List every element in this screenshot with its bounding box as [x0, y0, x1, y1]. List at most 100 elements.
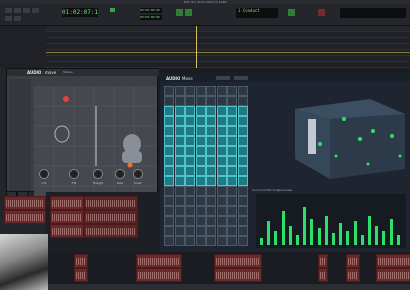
speaker-cell[interactable]	[216, 146, 227, 156]
speaker-cell[interactable]	[237, 136, 248, 146]
speaker-cell[interactable]	[174, 186, 185, 196]
speaker-cell[interactable]	[185, 196, 195, 206]
speaker-cell[interactable]	[174, 206, 185, 216]
speaker-cell[interactable]	[195, 186, 206, 196]
audio-clip[interactable]	[136, 254, 182, 268]
speaker-cell[interactable]	[216, 236, 227, 246]
tempo-display[interactable]	[340, 8, 406, 18]
speaker-cell[interactable]	[195, 116, 206, 126]
main-counter[interactable]: 01:02:07:18	[62, 8, 98, 17]
sub-counter-end[interactable]: 00:00:00:00	[140, 15, 162, 20]
speaker-cell[interactable]	[164, 186, 174, 196]
speaker-cell[interactable]	[237, 226, 248, 236]
speaker-cell[interactable]	[227, 156, 237, 166]
speaker-cell[interactable]	[174, 166, 185, 176]
speaker-cell[interactable]	[164, 206, 174, 216]
speaker-cell[interactable]	[227, 176, 237, 186]
audio-clip[interactable]	[346, 268, 360, 282]
speaker-cell[interactable]	[227, 116, 237, 126]
audio-clip[interactable]	[50, 196, 84, 210]
speaker-cell[interactable]	[195, 96, 206, 106]
speaker-cell[interactable]	[237, 176, 248, 186]
speaker-cell[interactable]	[164, 196, 174, 206]
speaker-cell[interactable]	[237, 86, 248, 96]
speaker-cell[interactable]	[174, 176, 185, 186]
midi-button[interactable]	[288, 9, 295, 16]
speaker-cell[interactable]	[164, 176, 174, 186]
speaker-cell[interactable]	[237, 96, 248, 106]
audio-clip[interactable]	[346, 254, 360, 268]
inner-knob[interactable]	[133, 169, 143, 179]
height-knob[interactable]	[93, 169, 103, 179]
speaker-cell[interactable]	[174, 156, 185, 166]
audio-clip[interactable]	[136, 268, 182, 282]
speaker-cell[interactable]	[227, 146, 237, 156]
speaker-cell[interactable]	[195, 126, 206, 136]
speaker-cell[interactable]	[216, 206, 227, 216]
audio-clip[interactable]	[74, 268, 88, 282]
speaker-cell[interactable]	[164, 166, 174, 176]
speaker-cell[interactable]	[164, 136, 174, 146]
speaker-cell[interactable]	[216, 116, 227, 126]
speaker-cell[interactable]	[227, 186, 237, 196]
speaker-cell[interactable]	[206, 106, 216, 116]
speaker-cell[interactable]	[216, 176, 227, 186]
audio-clip[interactable]	[50, 224, 84, 238]
speaker-cell[interactable]	[206, 236, 216, 246]
playhead[interactable]	[196, 26, 197, 68]
forward-button[interactable]	[13, 15, 22, 22]
speaker-cell[interactable]	[206, 216, 216, 226]
speaker-cell[interactable]	[216, 216, 227, 226]
speaker-cell[interactable]	[206, 186, 216, 196]
speaker-cell[interactable]	[227, 86, 237, 96]
speaker-cell[interactable]	[185, 96, 195, 106]
speaker-cell[interactable]	[185, 186, 195, 196]
speaker-cell[interactable]	[185, 156, 195, 166]
speaker-cell[interactable]	[195, 106, 206, 116]
speaker-cell[interactable]	[164, 86, 174, 96]
speaker-cell[interactable]	[185, 166, 195, 176]
speaker-cell[interactable]	[237, 206, 248, 216]
speaker-cell[interactable]	[174, 236, 185, 246]
speaker-cell[interactable]	[195, 156, 206, 166]
speaker-cell[interactable]	[227, 96, 237, 106]
loop-button[interactable]	[31, 7, 40, 14]
speaker-cell[interactable]	[195, 236, 206, 246]
audio-clip[interactable]	[376, 254, 410, 268]
speaker-cell[interactable]	[195, 216, 206, 226]
speaker-cell[interactable]	[237, 236, 248, 246]
audio-clip[interactable]	[214, 268, 262, 282]
speaker-cell[interactable]	[216, 226, 227, 236]
speaker-cell[interactable]	[174, 196, 185, 206]
audio-clip[interactable]	[318, 268, 328, 282]
speaker-cell[interactable]	[174, 116, 185, 126]
speaker-cell[interactable]	[185, 116, 195, 126]
speaker-cell[interactable]	[206, 96, 216, 106]
speaker-cell[interactable]	[164, 146, 174, 156]
speaker-cell[interactable]	[174, 126, 185, 136]
audio-clip[interactable]	[4, 196, 46, 210]
rewind-button[interactable]	[4, 15, 13, 22]
speaker-cell[interactable]	[174, 136, 185, 146]
speaker-cell[interactable]	[216, 196, 227, 206]
speaker-cell[interactable]	[164, 236, 174, 246]
audio-clip[interactable]	[214, 254, 262, 268]
speaker-cell[interactable]	[227, 136, 237, 146]
speaker-cell[interactable]	[206, 116, 216, 126]
speaker-cell[interactable]	[185, 236, 195, 246]
lr-knob[interactable]	[39, 169, 49, 179]
speaker-cell[interactable]	[174, 216, 185, 226]
size-knob[interactable]	[115, 169, 125, 179]
speaker-cell[interactable]	[227, 226, 237, 236]
speaker-cell[interactable]	[216, 86, 227, 96]
speaker-grid[interactable]	[164, 86, 250, 246]
speaker-cell[interactable]	[227, 216, 237, 226]
online-button[interactable]	[176, 9, 183, 16]
speaker-cell[interactable]	[227, 166, 237, 176]
speaker-cell[interactable]	[185, 216, 195, 226]
speaker-cell[interactable]	[185, 136, 195, 146]
speaker-cell[interactable]	[206, 176, 216, 186]
speaker-cell[interactable]	[185, 146, 195, 156]
fb-knob[interactable]	[69, 169, 79, 179]
speaker-cell[interactable]	[195, 166, 206, 176]
